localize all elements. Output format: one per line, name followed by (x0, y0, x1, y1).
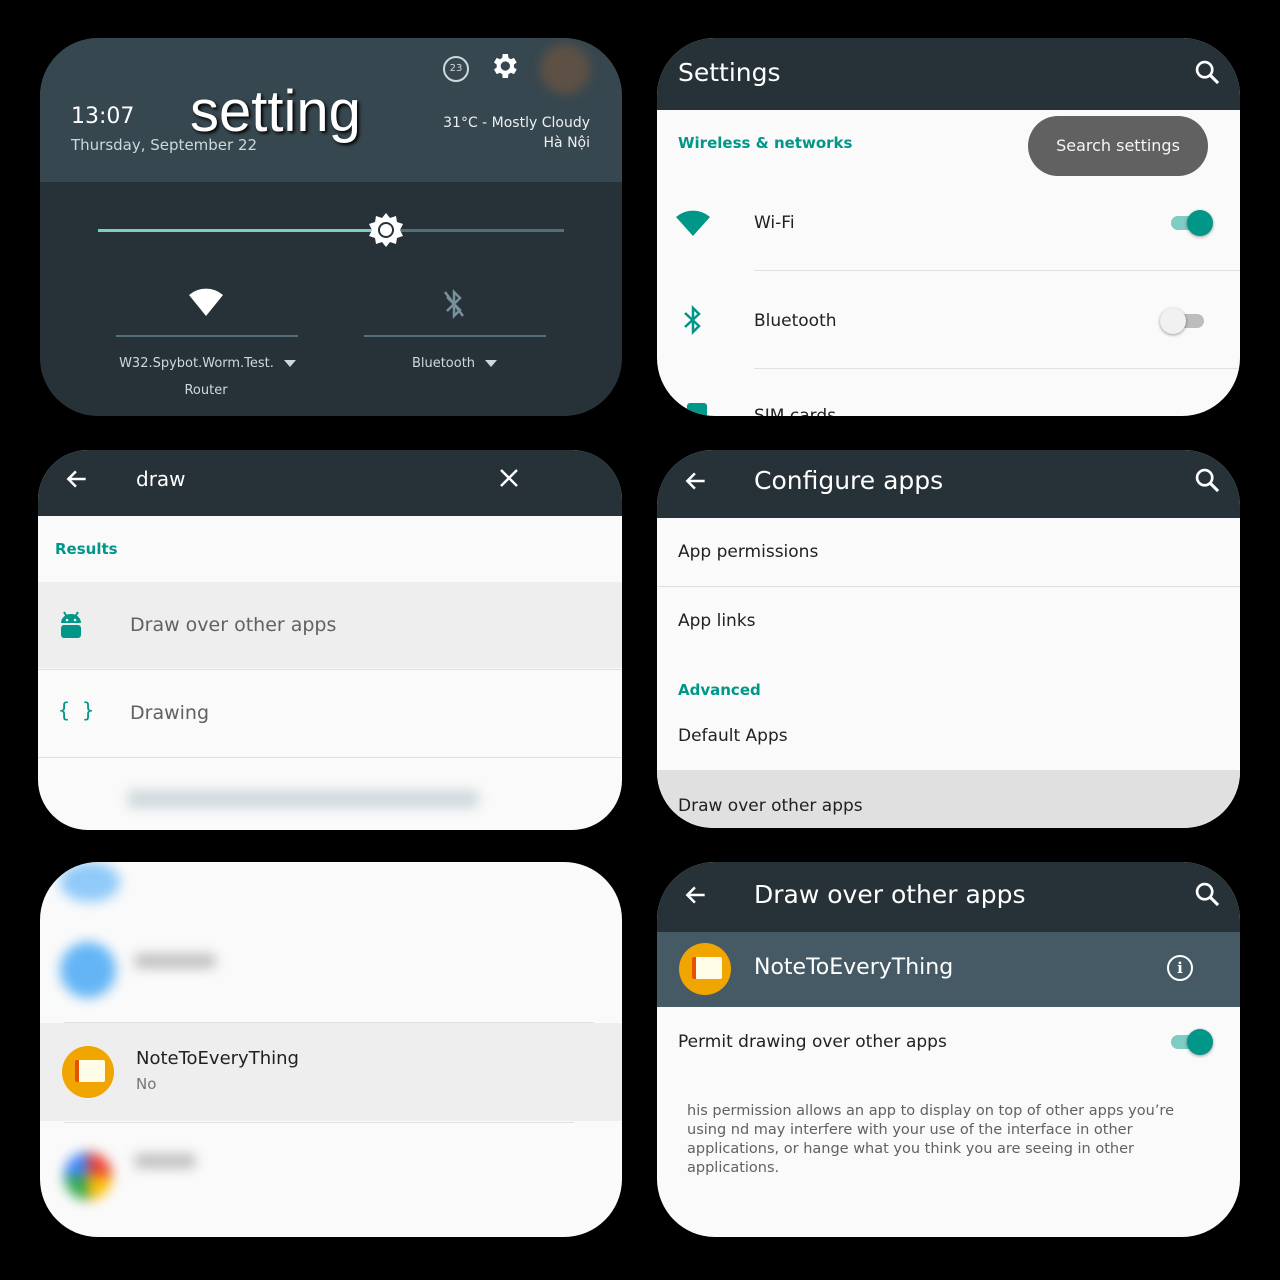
divider (657, 586, 1240, 587)
sim-card-icon (687, 403, 707, 416)
app-status: No (136, 1075, 157, 1093)
search-settings-toast: Search settings (1028, 116, 1208, 176)
avatar[interactable] (540, 44, 590, 94)
advanced-header: Advanced (678, 681, 761, 699)
overlay-title: setting (190, 79, 361, 144)
gear-icon[interactable] (488, 50, 520, 86)
android-icon (59, 610, 83, 644)
bluetooth-toggle-thumb[interactable] (1160, 308, 1186, 334)
draw-over-item: Draw over other apps (678, 796, 863, 816)
blurred-app-name (135, 1154, 195, 1168)
bluetooth-icon (682, 304, 704, 339)
bluetooth-tile-divider (364, 335, 546, 337)
wifi-icon[interactable] (188, 286, 224, 322)
search-panel: Results Draw over other apps { } Drawing (38, 450, 622, 830)
wifi-tile-divider (116, 335, 298, 337)
wifi-dropdown[interactable]: W32.Spybot.Worm.Test. (115, 356, 300, 371)
info-icon[interactable]: i (1167, 955, 1193, 981)
chevron-down-icon (283, 360, 296, 367)
default-apps-item[interactable]: Default Apps (678, 726, 788, 746)
bluetooth-off-icon[interactable] (442, 288, 466, 323)
result-label: Drawing (130, 702, 210, 724)
bluetooth-tile-label: Bluetooth (411, 356, 476, 371)
configure-apps-panel: Configure apps App permissions App links… (657, 450, 1240, 828)
battery-saver-icon[interactable]: 23 (443, 56, 469, 82)
brightness-icon[interactable] (368, 212, 404, 252)
divider (754, 270, 1240, 271)
page-title: Settings (678, 58, 781, 87)
permit-toggle-thumb[interactable] (1187, 1029, 1213, 1055)
blurred-app-icon (60, 862, 120, 902)
app-permissions-item[interactable]: App permissions (678, 542, 818, 562)
settings-appbar: Settings (657, 38, 1240, 110)
divider (754, 368, 1240, 369)
wifi-toggle-thumb[interactable] (1187, 210, 1213, 236)
search-icon[interactable] (1193, 466, 1221, 498)
bluetooth-label[interactable]: Bluetooth (754, 311, 837, 331)
sim-cards-label[interactable]: SIM cards (754, 406, 836, 416)
search-icon[interactable] (1193, 880, 1221, 912)
settings-panel: Settings Wireless & networks Search sett… (657, 38, 1240, 416)
configure-appbar: Configure apps (657, 450, 1240, 518)
divider (64, 1122, 574, 1123)
brightness-slider-fill[interactable] (98, 229, 386, 232)
clock: 13:07 (71, 104, 135, 129)
draw-over-panel: Draw over other apps NoteToEveryThing i … (657, 862, 1240, 1237)
app-icon (62, 1046, 114, 1098)
app-list-panel: NoteToEveryThing No (40, 862, 622, 1237)
bluetooth-dropdown[interactable]: Bluetooth (362, 356, 547, 371)
blurred-app-icon (64, 1152, 112, 1200)
result-label: Draw over other apps (130, 614, 337, 636)
page-title: Configure apps (754, 466, 944, 495)
back-arrow-icon[interactable] (683, 468, 709, 498)
blurred-app-name (135, 954, 215, 968)
draw-over-appbar: Draw over other apps (657, 862, 1240, 932)
back-arrow-icon[interactable] (683, 882, 709, 912)
app-links-item[interactable]: App links (678, 611, 756, 631)
divider (38, 757, 622, 758)
search-icon[interactable] (1193, 58, 1221, 90)
blurred-app-icon (60, 942, 116, 998)
app-name: NoteToEveryThing (136, 1048, 299, 1069)
section-header: Wireless & networks (678, 134, 853, 152)
wifi-network-name: W32.Spybot.Worm.Test. (119, 356, 274, 371)
app-name: NoteToEveryThing (754, 955, 954, 980)
wifi-label[interactable]: Wi-Fi (754, 213, 795, 233)
permit-label[interactable]: Permit drawing over other apps (678, 1032, 947, 1052)
search-input[interactable] (134, 466, 438, 492)
list-item[interactable]: NoteToEveryThing No (40, 1023, 622, 1121)
blurred-result (128, 790, 478, 808)
location-text: Hà Nội (543, 135, 590, 151)
results-header: Results (55, 540, 118, 558)
list-item[interactable]: { } Drawing (38, 670, 622, 756)
draw-over-item-row[interactable]: Draw over other apps (657, 770, 1240, 828)
back-arrow-icon[interactable] (64, 466, 90, 496)
page-title: Draw over other apps (754, 880, 1026, 909)
weather-text: 31°C - Mostly Cloudy (443, 115, 590, 131)
list-item[interactable]: Draw over other apps (38, 582, 622, 668)
chevron-down-icon (485, 360, 498, 367)
permission-description: his permission allows an app to display … (687, 1103, 1174, 1176)
braces-icon: { } (58, 698, 95, 722)
date-text: Thursday, September 22 (71, 136, 258, 154)
brightness-slider-track[interactable] (386, 229, 564, 232)
wifi-icon (675, 210, 711, 242)
search-bar (38, 450, 622, 516)
close-icon[interactable] (497, 466, 521, 494)
wifi-sub-label: Router (184, 383, 228, 398)
app-icon (679, 943, 731, 995)
quick-settings-panel: setting 13:07 Thursday, September 22 23 … (40, 38, 622, 416)
app-header: NoteToEveryThing i (657, 932, 1240, 1007)
badge-number: 23 (449, 63, 463, 74)
